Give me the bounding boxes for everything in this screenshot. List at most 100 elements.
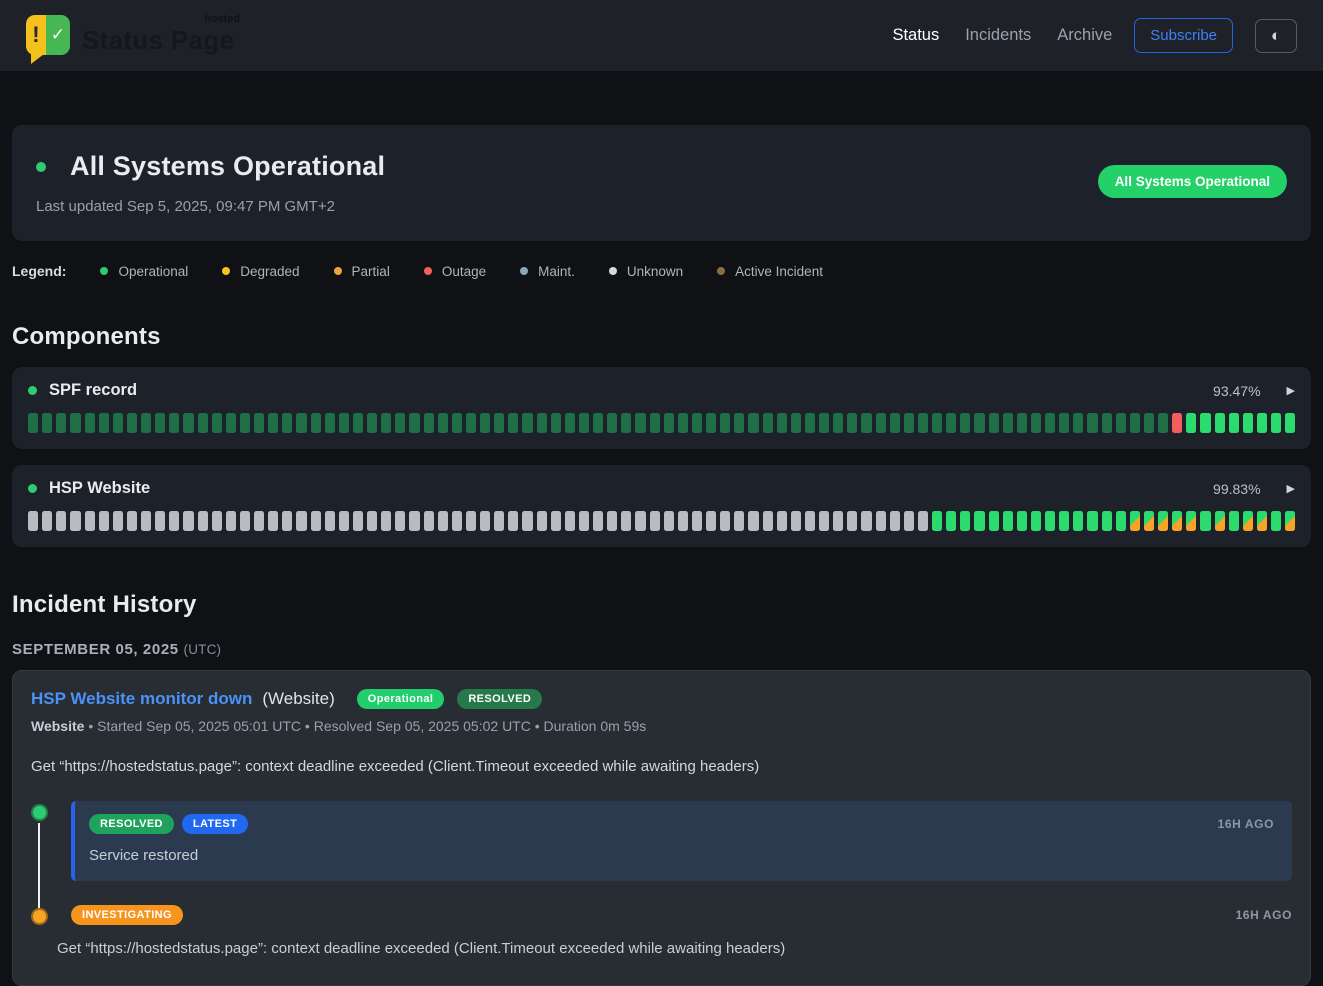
uptime-bar (734, 413, 744, 433)
uptime-bar (367, 413, 377, 433)
uptime-bar (763, 413, 773, 433)
legend-item-outage: Outage (424, 264, 486, 279)
uptime-bar (452, 511, 462, 531)
top-header: ! ✓ Status Page hosted Status Incidents Ar… (0, 0, 1323, 71)
theme-toggle-button[interactable]: ◐ (1255, 19, 1297, 53)
uptime-bar (1073, 413, 1083, 433)
legend-dot-icon (609, 267, 617, 275)
uptime-bar (141, 511, 151, 531)
update-status-badge: RESOLVED (89, 814, 174, 834)
uptime-bar (537, 511, 547, 531)
uptime-bar (1186, 413, 1196, 433)
uptime-bar (226, 413, 236, 433)
expand-arrow-icon[interactable]: ▶ (1287, 384, 1295, 397)
uptime-bar (438, 413, 448, 433)
incident-meta: Website • Started Sep 05, 2025 05:01 UTC… (31, 718, 1292, 734)
uptime-bar (664, 413, 674, 433)
uptime-bar (127, 511, 137, 531)
uptime-bar (1229, 413, 1239, 433)
uptime-bar (748, 413, 758, 433)
uptime-bar (763, 511, 773, 531)
uptime-bar (1243, 413, 1253, 433)
uptime-bar (353, 413, 363, 433)
uptime-bar (593, 511, 603, 531)
uptime-bar (56, 511, 66, 531)
uptime-bar (847, 511, 857, 531)
incident-updates-list: RESOLVEDLATEST16H AGOService restoredINV… (31, 801, 1292, 957)
nav-link-archive[interactable]: Archive (1057, 26, 1112, 45)
update-timestamp: 16H AGO (1236, 908, 1292, 922)
uptime-bar (720, 413, 730, 433)
update-message: Service restored (89, 847, 1274, 864)
uptime-bar (1172, 511, 1182, 531)
uptime-bar (1285, 511, 1295, 531)
uptime-bar (974, 413, 984, 433)
overall-status-title: All Systems Operational (70, 151, 385, 182)
update-badges-row: INVESTIGATING16H AGO (71, 905, 1292, 925)
uptime-bar (1017, 511, 1027, 531)
uptime-bar (339, 511, 349, 531)
uptime-bar (692, 511, 702, 531)
legend-item-label: Unknown (627, 264, 683, 279)
uptime-bar (155, 511, 165, 531)
uptime-bar (85, 413, 95, 433)
uptime-bar (56, 413, 66, 433)
component-header[interactable]: HSP Website99.83%▶ (28, 479, 1295, 498)
uptime-bar (1116, 511, 1126, 531)
uptime-bar (113, 413, 123, 433)
legend-item-operational: Operational (100, 264, 188, 279)
uptime-bar (635, 413, 645, 433)
brand-text: Status Page hosted (82, 15, 234, 56)
statuspage-logo-icon: ! ✓ (26, 15, 70, 55)
last-updated-text: Last updated Sep 5, 2025, 09:47 PM GMT+2 (36, 198, 385, 215)
uptime-bar (282, 511, 292, 531)
uptime-bar (1200, 511, 1210, 531)
uptime-bar (607, 413, 617, 433)
uptime-bar (381, 413, 391, 433)
uptime-bar (692, 413, 702, 433)
uptime-bar (438, 511, 448, 531)
uptime-bar (1285, 413, 1295, 433)
brand[interactable]: ! ✓ Status Page hosted (26, 15, 234, 56)
expand-arrow-icon[interactable]: ▶ (1287, 482, 1295, 495)
uptime-bar (1215, 511, 1225, 531)
uptime-bar (522, 413, 532, 433)
uptime-bar (537, 413, 547, 433)
uptime-bar (805, 511, 815, 531)
uptime-bar (1271, 511, 1281, 531)
overall-status-card: All Systems Operational Last updated Sep… (12, 125, 1311, 241)
uptime-bar (551, 413, 561, 433)
incident-date-heading: SEPTEMBER 05, 2025 (UTC) (12, 641, 1311, 658)
uptime-bar (989, 413, 999, 433)
uptime-bar (254, 413, 264, 433)
subscribe-button[interactable]: Subscribe (1134, 18, 1233, 53)
uptime-bar (946, 511, 956, 531)
component-header[interactable]: SPF record93.47%▶ (28, 381, 1295, 400)
uptime-bar (890, 511, 900, 531)
nav-link-incidents[interactable]: Incidents (965, 26, 1031, 45)
uptime-bar (395, 413, 405, 433)
uptime-bar (85, 511, 95, 531)
legend-item-active-incident: Active Incident (717, 264, 823, 279)
uptime-bar (494, 511, 504, 531)
uptime-bar (650, 413, 660, 433)
incident-title-link[interactable]: HSP Website monitor down (31, 689, 252, 709)
uptime-bar (212, 511, 222, 531)
uptime-bar (311, 511, 321, 531)
incident-history-heading: Incident History (12, 591, 1311, 619)
uptime-bar (960, 413, 970, 433)
nav-link-status[interactable]: Status (892, 26, 939, 45)
uptime-bar (706, 413, 716, 433)
uptime-bar (876, 413, 886, 433)
uptime-bar (409, 511, 419, 531)
uptime-bar (381, 511, 391, 531)
uptime-bar (353, 511, 363, 531)
component-name: HSP Website (49, 479, 1201, 498)
timeline-marker-icon (31, 804, 48, 821)
update-message: Get “https://hostedstatus.page”: context… (57, 940, 1292, 957)
uptime-bar (579, 511, 589, 531)
uptime-bar (198, 511, 208, 531)
legend-dot-icon (424, 267, 432, 275)
component-card: HSP Website99.83%▶ (12, 465, 1311, 547)
incident-date-timezone: (UTC) (184, 642, 222, 657)
